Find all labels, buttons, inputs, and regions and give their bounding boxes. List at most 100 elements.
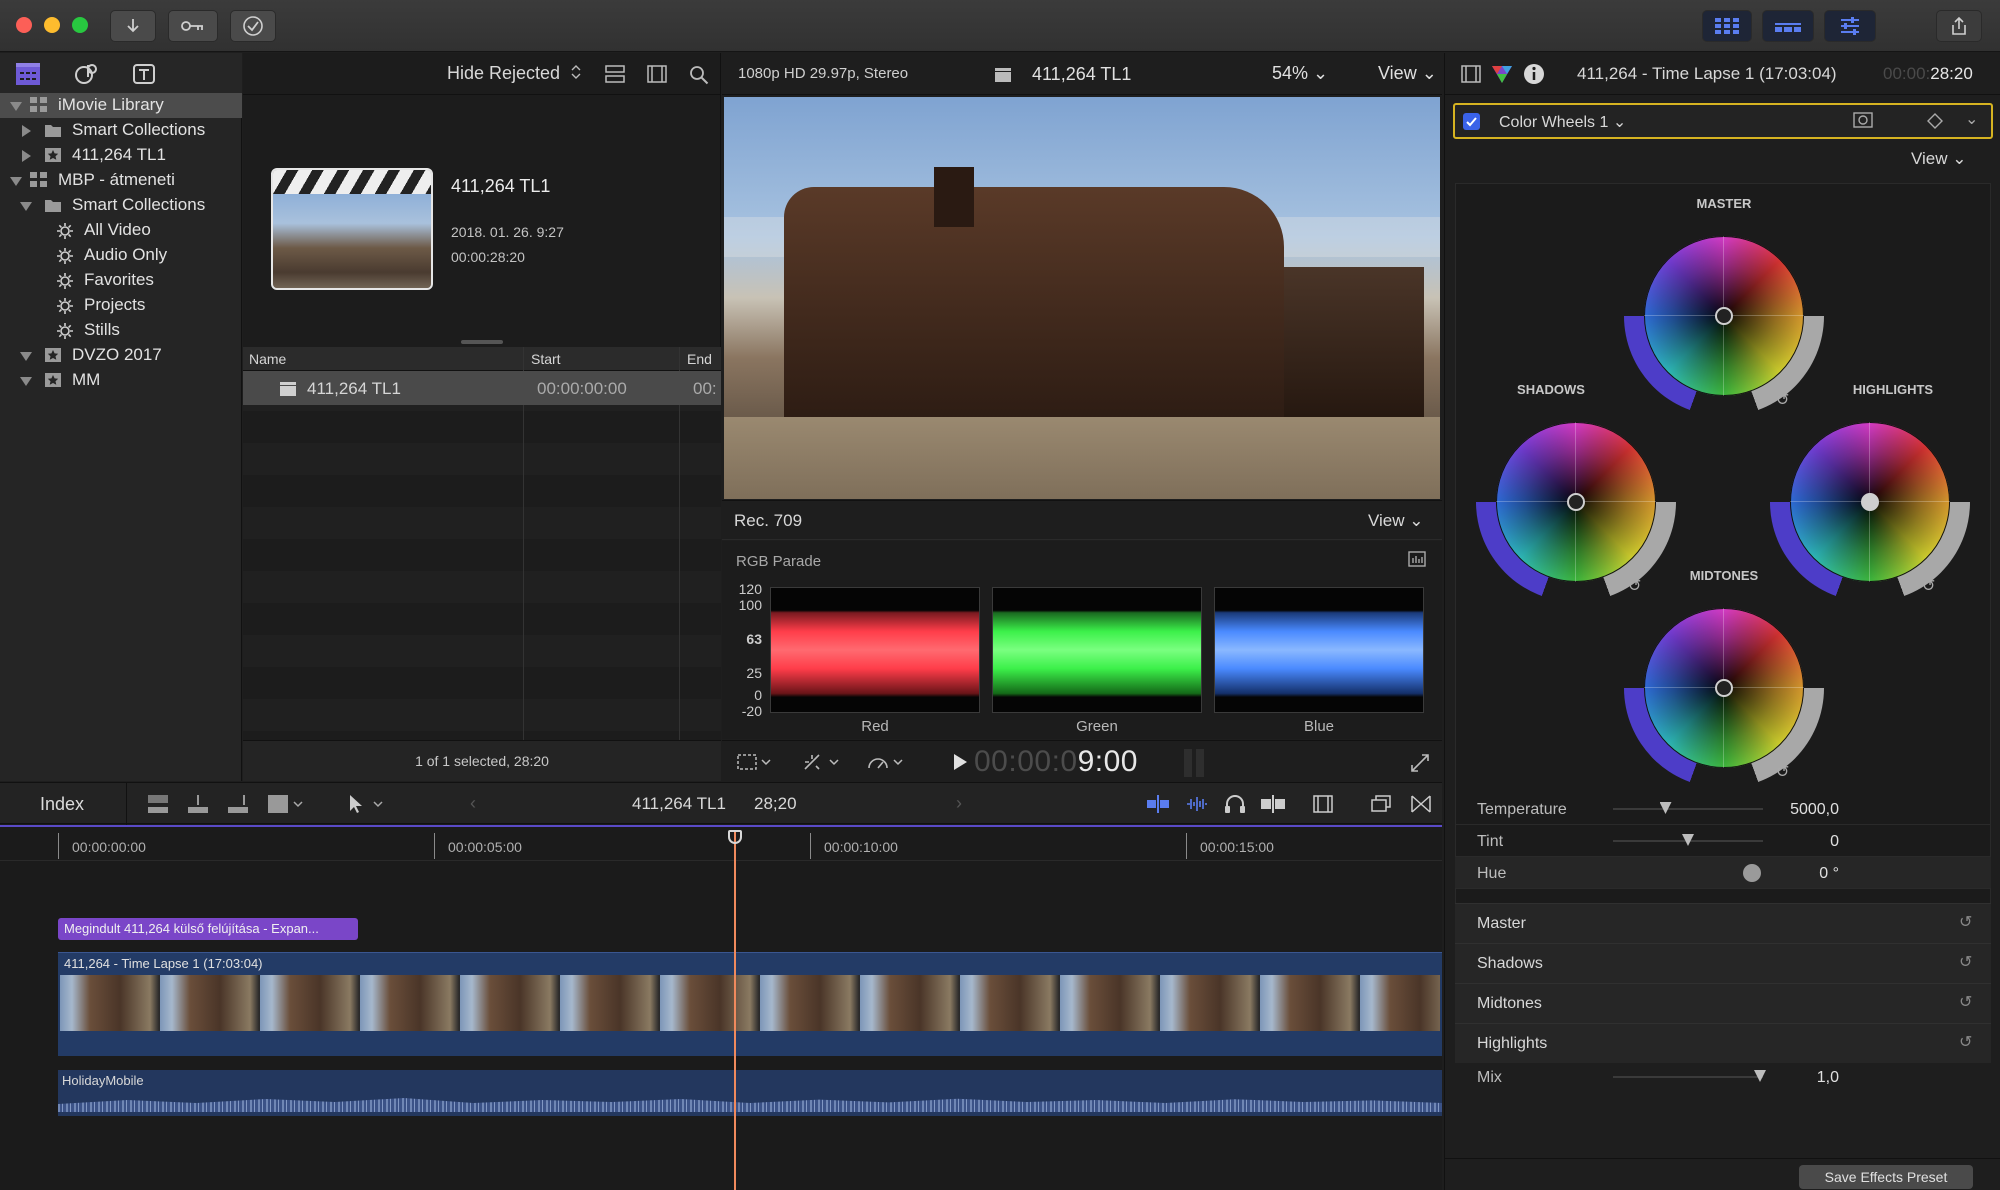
info-icon[interactable] bbox=[1523, 63, 1545, 85]
sidebar-item[interactable]: iMovie Library bbox=[0, 93, 242, 118]
table-row[interactable]: 411,264 TL1 00:00:00:00 00: bbox=[243, 371, 721, 405]
sidebar-item[interactable]: 411,264 TL1 bbox=[0, 143, 242, 168]
search-icon[interactable] bbox=[689, 65, 709, 85]
photos-audio-icon[interactable] bbox=[72, 61, 100, 87]
param-value[interactable]: 0 ° bbox=[1749, 865, 1839, 883]
share-button[interactable] bbox=[1936, 10, 1982, 42]
param-slider-thumb[interactable] bbox=[1659, 802, 1672, 814]
section-row[interactable]: Shadows ↺ bbox=[1455, 943, 1991, 983]
disclosure-closed-icon[interactable] bbox=[22, 150, 31, 162]
sidebar-item[interactable]: Stills bbox=[0, 318, 242, 343]
disclosure-open-icon[interactable] bbox=[20, 352, 32, 361]
section-row[interactable]: Highlights ↺ bbox=[1455, 1023, 1991, 1063]
effects-browser-icon[interactable] bbox=[1370, 794, 1392, 814]
section-reset-icon[interactable]: ↺ bbox=[1959, 1032, 1972, 1052]
mix-value[interactable]: 1,0 bbox=[1749, 1069, 1839, 1087]
effect-selector[interactable]: Color Wheels 1 ⌄ ⌄ bbox=[1453, 103, 1993, 139]
disclosure-open-icon[interactable] bbox=[20, 202, 32, 211]
mask-icon[interactable] bbox=[1853, 111, 1873, 129]
sidebar-item[interactable]: All Video bbox=[0, 218, 242, 243]
back-arrow[interactable]: ‹ bbox=[470, 793, 476, 814]
filmstrip-icon[interactable] bbox=[647, 65, 667, 83]
section-reset-icon[interactable]: ↺ bbox=[1959, 912, 1972, 932]
clip-thumbnail[interactable] bbox=[271, 168, 433, 290]
section-reset-icon[interactable]: ↺ bbox=[1959, 992, 1972, 1012]
append-clip-icon[interactable] bbox=[226, 793, 250, 815]
column-end[interactable]: End bbox=[687, 351, 712, 367]
scope-settings-icon[interactable] bbox=[1408, 551, 1426, 567]
scope-view-menu[interactable]: View ⌄ bbox=[1368, 511, 1424, 531]
show-browser-button[interactable] bbox=[1702, 10, 1752, 42]
sidebar-item[interactable]: Smart Collections bbox=[0, 118, 242, 143]
play-icon[interactable] bbox=[952, 753, 968, 771]
sidebar-item[interactable]: Smart Collections bbox=[0, 193, 242, 218]
minimize-window-button[interactable] bbox=[44, 17, 60, 33]
sidebar-item[interactable]: MBP - átmeneti bbox=[0, 168, 242, 193]
index-button[interactable]: Index bbox=[40, 794, 84, 815]
save-effects-preset-button[interactable]: Save Effects Preset bbox=[1799, 1165, 1973, 1189]
fullscreen-icon[interactable] bbox=[1410, 753, 1430, 773]
video-clip[interactable]: 411,264 - Time Lapse 1 (17:03:04) bbox=[58, 952, 1442, 1056]
video-inspector-icon[interactable] bbox=[1461, 65, 1481, 83]
keyframe-icon[interactable] bbox=[1927, 113, 1943, 129]
title-clip[interactable]: Megindult 411,264 külső felújítása - Exp… bbox=[58, 918, 358, 940]
retime-icon[interactable] bbox=[866, 752, 906, 772]
column-start[interactable]: Start bbox=[531, 351, 561, 367]
clip-appearance-icon[interactable] bbox=[605, 65, 625, 83]
timeline-ruler[interactable]: 00:00:00:00 00:00:05:00 00:00:10:00 00:0… bbox=[0, 825, 1442, 861]
libraries-icon[interactable] bbox=[14, 61, 42, 87]
playhead-handle[interactable] bbox=[728, 830, 742, 844]
disclosure-open-icon[interactable] bbox=[10, 102, 22, 111]
inspector-view-menu[interactable]: View ⌄ bbox=[1911, 149, 1967, 169]
disclosure-open-icon[interactable] bbox=[10, 177, 22, 186]
param-slider[interactable] bbox=[1613, 834, 1763, 846]
headphones-icon[interactable] bbox=[1224, 794, 1246, 814]
sidebar-item[interactable]: Projects bbox=[0, 293, 242, 318]
insert-clip-icon[interactable] bbox=[186, 793, 210, 815]
show-timeline-button[interactable] bbox=[1762, 10, 1814, 42]
video-skimming-icon[interactable] bbox=[1146, 795, 1170, 813]
column-name[interactable]: Name bbox=[249, 351, 286, 367]
viewer-view-menu[interactable]: View ⌄ bbox=[1378, 63, 1437, 84]
param-value[interactable]: 5000,0 bbox=[1749, 801, 1839, 819]
section-reset-icon[interactable]: ↺ bbox=[1959, 952, 1972, 972]
highlights-wheel-knob[interactable] bbox=[1861, 493, 1879, 511]
select-tool-icon[interactable] bbox=[346, 793, 386, 815]
audio-clip[interactable]: HolidayMobile bbox=[58, 1070, 1442, 1116]
import-button[interactable] bbox=[110, 10, 156, 42]
color-inspector-icon[interactable] bbox=[1491, 64, 1513, 84]
effect-name-popup[interactable]: Color Wheels 1 ⌄ bbox=[1499, 112, 1626, 132]
param-slider-thumb[interactable] bbox=[1682, 834, 1694, 846]
disclosure-closed-icon[interactable] bbox=[22, 125, 31, 137]
zoom-window-button[interactable] bbox=[72, 17, 88, 33]
disclosure-open-icon[interactable] bbox=[20, 377, 32, 386]
connect-clip-icon[interactable] bbox=[146, 793, 170, 815]
filter-popup[interactable]: Hide Rejected bbox=[447, 63, 581, 84]
forward-arrow[interactable]: › bbox=[956, 793, 962, 814]
midtones-wheel-knob[interactable] bbox=[1715, 679, 1733, 697]
shadows-wheel-knob[interactable] bbox=[1567, 493, 1585, 511]
audio-skimming-icon[interactable] bbox=[1186, 795, 1210, 813]
param-slider[interactable] bbox=[1613, 802, 1763, 814]
master-color-wheel[interactable]: ↺ bbox=[1624, 216, 1824, 416]
clip-appearance-icon[interactable] bbox=[1312, 794, 1334, 814]
enhancements-icon[interactable] bbox=[802, 752, 842, 772]
hue-knob[interactable] bbox=[1743, 864, 1761, 882]
zoom-popup[interactable]: 54% ⌄ bbox=[1272, 63, 1328, 84]
transform-icon[interactable] bbox=[736, 752, 772, 772]
titles-generators-icon[interactable] bbox=[130, 61, 158, 87]
split-handle[interactable] bbox=[461, 340, 503, 344]
show-inspector-button[interactable] bbox=[1824, 10, 1876, 42]
sidebar-item[interactable]: MM bbox=[0, 368, 242, 393]
playhead[interactable] bbox=[734, 830, 736, 1190]
mix-slider[interactable] bbox=[1613, 1070, 1766, 1082]
midtones-color-wheel[interactable]: ↺ bbox=[1624, 588, 1824, 788]
midtones-reset-icon[interactable]: ↺ bbox=[1776, 762, 1789, 782]
section-row[interactable]: Midtones ↺ bbox=[1455, 983, 1991, 1023]
background-tasks-button[interactable] bbox=[230, 10, 276, 42]
master-wheel-knob[interactable] bbox=[1715, 307, 1733, 325]
sidebar-item[interactable]: Audio Only bbox=[0, 243, 242, 268]
transitions-browser-icon[interactable] bbox=[1410, 794, 1432, 814]
sidebar-item[interactable]: DVZO 2017 bbox=[0, 343, 242, 368]
overwrite-clip-icon[interactable] bbox=[266, 793, 306, 815]
